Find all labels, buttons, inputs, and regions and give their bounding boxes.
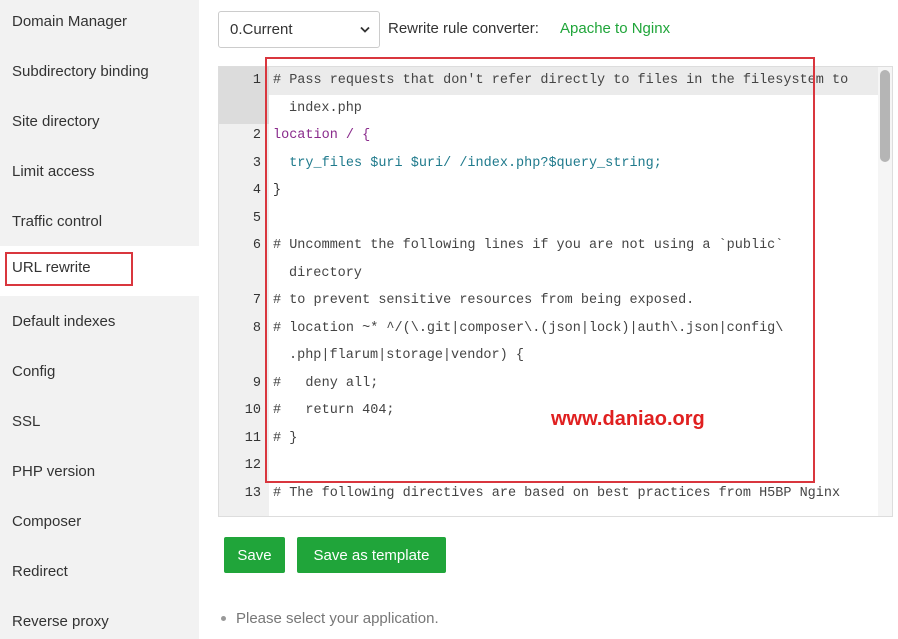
code-line: 9 # deny all;	[252, 375, 379, 391]
sidebar-item-subdirectory-binding[interactable]: Subdirectory binding	[0, 50, 199, 100]
apache-to-nginx-link[interactable]: Apache to Nginx	[560, 20, 670, 37]
code-line: 10 # return 404;	[244, 403, 395, 418]
scrollbar-thumb[interactable]	[880, 70, 890, 162]
settings-sidebar: Domain Manager Subdirectory binding Site…	[0, 0, 199, 639]
sidebar-item-url-rewrite[interactable]: URL rewrite	[0, 246, 199, 296]
code-line: 8 # location ~* ^/(\.git|composer\.(json|…	[252, 320, 784, 336]
code-line: 6 # Uncomment the following lines if you …	[252, 238, 784, 253]
code-line: 12	[244, 458, 261, 473]
code-line: 1 # Pass requests that don't refer direct…	[252, 73, 849, 88]
sidebar-item-redirect[interactable]: Redirect	[0, 550, 199, 600]
code-line: 11 # }	[244, 430, 298, 446]
rewrite-version-select[interactable]: 0.Current	[218, 11, 380, 48]
sidebar-item-default-indexes[interactable]: Default indexes	[0, 300, 199, 350]
code-line-wrap: directory	[289, 265, 362, 281]
sidebar-item-traffic-control[interactable]: Traffic control	[0, 200, 199, 250]
code-lines: 1 # Pass requests that don't refer direct…	[219, 67, 880, 507]
editor-vertical-scrollbar[interactable]	[878, 67, 892, 516]
bullet-icon	[221, 615, 226, 621]
code-line: 2 location / {	[252, 128, 371, 143]
sidebar-item-ssl[interactable]: SSL	[0, 400, 199, 450]
code-line: 3 try_files $uri $uri/ /index.php?$query…	[252, 155, 662, 171]
code-line: 13 # The following directives are based o…	[244, 485, 841, 501]
chevron-down-icon	[360, 26, 370, 33]
sidebar-item-site-directory[interactable]: Site directory	[0, 100, 199, 150]
sidebar-item-php-version[interactable]: PHP version	[0, 450, 199, 500]
code-line-wrap: .php|flarum|storage|vendor) {	[289, 348, 524, 363]
code-editor[interactable]: 1 # Pass requests that don't refer direct…	[218, 66, 893, 517]
converter-label: Rewrite rule converter:	[388, 20, 539, 37]
save-button[interactable]: Save	[224, 537, 285, 573]
sidebar-item-domain-manager[interactable]: Domain Manager	[0, 0, 199, 50]
sidebar-item-config[interactable]: Config	[0, 350, 199, 400]
code-line-wrap: index.php	[289, 100, 362, 116]
code-line: 5	[252, 210, 261, 226]
select-value: 0.Current	[230, 21, 293, 38]
code-line: 4}	[252, 183, 282, 198]
sidebar-item-composer[interactable]: Composer	[0, 500, 199, 550]
save-as-template-button[interactable]: Save as template	[297, 537, 446, 573]
tip-text: Please select your application.	[236, 610, 439, 627]
sidebar-item-reverse-proxy[interactable]: Reverse proxy	[0, 600, 199, 639]
sidebar-item-limit-access[interactable]: Limit access	[0, 150, 199, 200]
watermark-text: www.daniao.org	[551, 408, 705, 430]
help-tip: Please select your application.	[218, 610, 439, 627]
code-line: 7 # to prevent sensitive resources from b…	[252, 293, 695, 308]
